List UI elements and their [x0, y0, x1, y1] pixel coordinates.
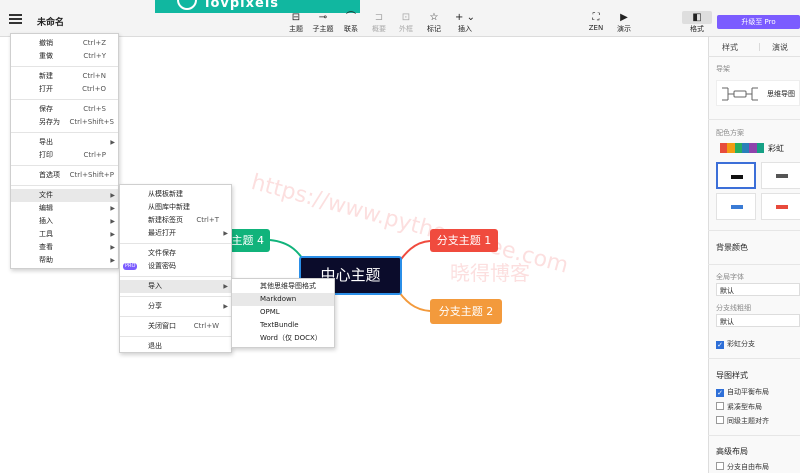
auto-balance-checkbox[interactable]: ✓ 自动平衡布局 [716, 387, 769, 397]
theme-thumb-1[interactable] [716, 162, 756, 189]
chevron-right-icon: ▶ [110, 244, 115, 251]
structure-name: 思维导图 [767, 90, 795, 98]
menu-help[interactable]: 帮助 ▶ [11, 254, 118, 267]
menu-open[interactable]: 打开 Ctrl+O [11, 83, 118, 96]
structure-selector[interactable]: 思维导图 [716, 80, 800, 106]
panel-divider [708, 264, 800, 265]
menu-new-from-template[interactable]: 从模板新建 [120, 188, 231, 201]
chevron-right-icon: ▶ [110, 218, 115, 225]
menu-import[interactable]: 导入 ▶ [120, 280, 231, 293]
global-font-label: 全局字体 [716, 273, 744, 281]
menu-undo[interactable]: 撤销 Ctrl+Z [11, 37, 118, 50]
theme-thumb-2[interactable] [761, 162, 800, 189]
chevron-right-icon: ▶ [110, 192, 115, 199]
tab-divider: | [758, 42, 761, 51]
theme-thumb-3[interactable] [716, 193, 756, 220]
layout-style-label: 导图样式 [716, 371, 748, 380]
tab-style[interactable]: 样式 [722, 42, 738, 53]
structure-label: 导架 [716, 65, 730, 73]
import-submenu: 其他思维导图格式 Markdown OPML TextBundle Word（仅… [231, 278, 335, 348]
chevron-right-icon: ▶ [110, 231, 115, 238]
check-icon: ✓ [716, 389, 724, 397]
chevron-right-icon: ▶ [110, 257, 115, 264]
tab-speech[interactable]: 演说 [772, 42, 788, 53]
menu-export[interactable]: 导出 ▶ [11, 136, 118, 149]
background-color-label[interactable]: 背景颜色 [716, 242, 748, 253]
panel-divider [708, 435, 800, 436]
compact-layout-checkbox[interactable]: 紧凑型布局 [716, 402, 762, 412]
menu-new[interactable]: 新建 Ctrl+N [11, 70, 118, 83]
advanced-layout-label: 高级布局 [716, 447, 748, 456]
watermark-blog: 晓得博客 [450, 261, 530, 285]
menu-save-as[interactable]: 另存为 Ctrl+Shift+S [11, 116, 118, 129]
import-markdown[interactable]: Markdown [232, 293, 334, 306]
branch-line-label: 分支线粗细 [716, 304, 751, 312]
pro-badge: PRO [123, 263, 138, 270]
menu-file-save[interactable]: 文件保存 [120, 247, 231, 260]
panel-divider [708, 358, 800, 359]
main-menu: 撤销 Ctrl+Z 重做 Ctrl+Y 新建 Ctrl+N 打开 Ctrl+O 保存 Ct… [10, 33, 119, 269]
menu-tools[interactable]: 工具 ▶ [11, 228, 118, 241]
panel-divider [708, 230, 800, 231]
chevron-right-icon: ▶ [110, 205, 115, 212]
menu-new-tab[interactable]: 新建标签页 Ctrl+T [120, 214, 231, 227]
rainbow-branch-checkbox[interactable]: ✓ 彩虹分支 [716, 339, 755, 349]
import-other-format[interactable]: 其他思维导图格式 [232, 280, 334, 293]
align-siblings-checkbox[interactable]: 同级主题对齐 [716, 416, 769, 426]
branch-line-select[interactable]: 默认 [716, 314, 800, 327]
menu-view[interactable]: 查看 ▶ [11, 241, 118, 254]
theme-thumb-4[interactable] [761, 193, 800, 220]
mindmap-structure-icon [722, 87, 758, 101]
free-branch-checkbox[interactable]: 分支自由布局 [716, 462, 769, 472]
chevron-right-icon: ▶ [223, 230, 228, 237]
import-textbundle[interactable]: TextBundle [232, 319, 334, 332]
check-icon: ✓ [716, 341, 724, 349]
import-word[interactable]: Word（仅 DOCX） [232, 332, 334, 345]
chevron-right-icon: ▶ [223, 303, 228, 310]
branch-topic-2[interactable]: 分支主题 2 [430, 299, 502, 324]
menu-close-window[interactable]: 关闭窗口 Ctrl+W [120, 320, 231, 333]
color-scheme-swatches[interactable] [720, 143, 764, 153]
menu-new-from-gallery[interactable]: 从图库中新建 [120, 201, 231, 214]
menu-share[interactable]: 分享 ▶ [120, 300, 231, 313]
menu-redo[interactable]: 重做 Ctrl+Y [11, 50, 118, 63]
menu-file[interactable]: 文件 ▶ [11, 189, 118, 202]
menu-recent[interactable]: 最近打开 ▶ [120, 227, 231, 240]
menu-print[interactable]: 打印 Ctrl+P [11, 149, 118, 162]
branch-topic-1[interactable]: 分支主题 1 [430, 229, 498, 252]
menu-quit[interactable]: 退出 [120, 340, 231, 353]
upgrade-pro-button[interactable]: 升级至 Pro [717, 15, 800, 29]
menu-insert[interactable]: 插入 ▶ [11, 215, 118, 228]
menu-set-password[interactable]: PRO 设置密码 [120, 260, 231, 273]
import-opml[interactable]: OPML [232, 306, 334, 319]
menu-save[interactable]: 保存 Ctrl+S [11, 103, 118, 116]
color-scheme-label: 配色方案 [716, 129, 744, 137]
global-font-select[interactable]: 默认 [716, 283, 800, 296]
color-scheme-name: 彩虹 [768, 144, 784, 153]
file-submenu: 从模板新建 从图库中新建 新建标签页 Ctrl+T 最近打开 ▶ 文件保存 PRO 设… [119, 184, 232, 353]
chevron-right-icon: ▶ [223, 283, 228, 290]
menu-edit[interactable]: 编辑 ▶ [11, 202, 118, 215]
menu-preferences[interactable]: 首选项 Ctrl+Shift+P [11, 169, 118, 182]
chevron-right-icon: ▶ [110, 139, 115, 146]
panel-divider [708, 119, 800, 120]
panel-tabs: 样式 | 演说 [708, 37, 800, 57]
